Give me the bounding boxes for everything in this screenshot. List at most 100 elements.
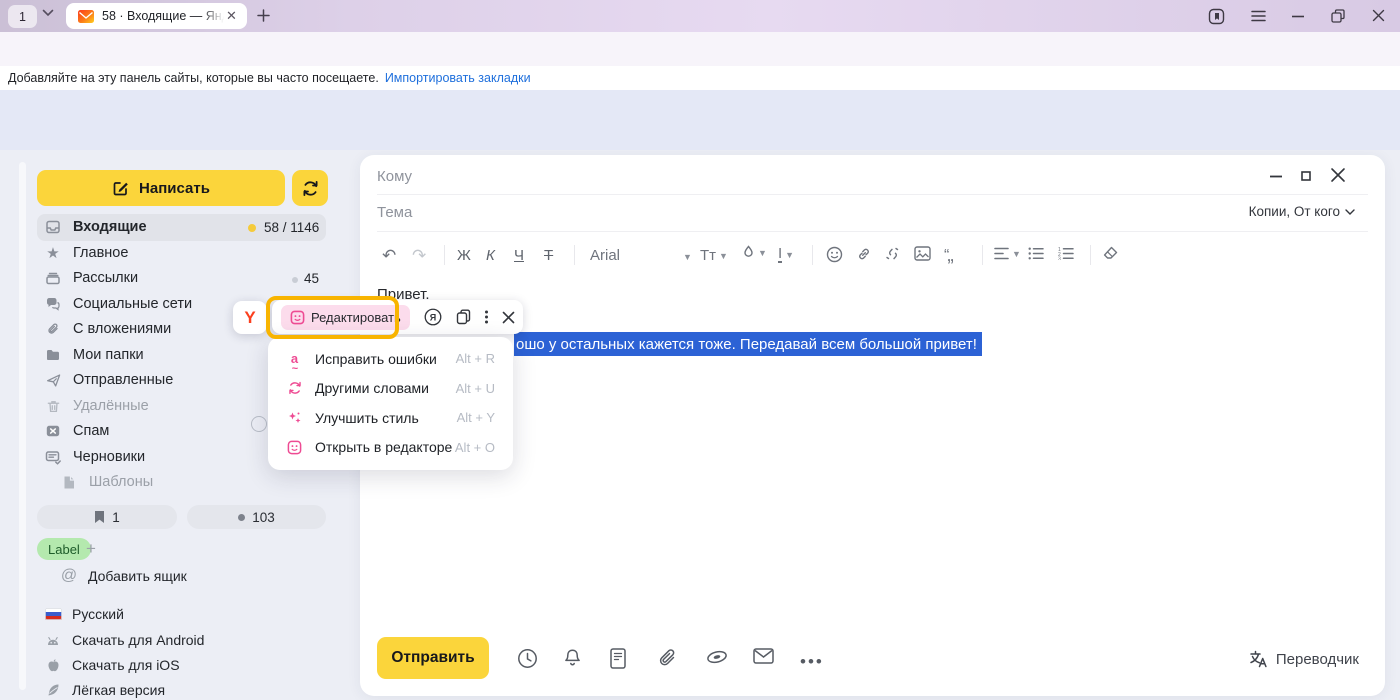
sidebar-scrollbar[interactable] bbox=[19, 162, 26, 690]
link-icon[interactable] bbox=[856, 246, 872, 262]
browser-menu-icon[interactable] bbox=[1251, 10, 1266, 22]
eraser-icon[interactable] bbox=[1102, 246, 1118, 261]
sidebar-item-inbox[interactable]: Входящие bbox=[44, 214, 147, 240]
sidebar-panel-icon[interactable] bbox=[1208, 8, 1225, 25]
compose-window: Кому Тема Копии, От кого ↶ ↷ Ж К Ч Т Ari… bbox=[360, 155, 1385, 696]
bookmark-pill-count: 1 bbox=[112, 510, 120, 525]
refresh-mail-button[interactable] bbox=[292, 170, 328, 206]
font-family-select[interactable]: Arial bbox=[590, 247, 620, 264]
bullet-list-icon[interactable] bbox=[1028, 247, 1044, 260]
numbered-list-icon[interactable]: 123 bbox=[1058, 247, 1074, 260]
tabs-dropdown-icon[interactable] bbox=[42, 9, 54, 17]
ai-edit-menu: a~ Исправить ошибки Alt + R Другими слов… bbox=[268, 337, 513, 470]
bookmark-filter-pill[interactable]: 1 bbox=[37, 505, 177, 529]
unread-filter-pill[interactable]: 103 bbox=[187, 505, 326, 529]
redo-icon[interactable]: ↷ bbox=[412, 246, 426, 266]
sidebar-item-trash[interactable]: Удалённые bbox=[44, 393, 149, 419]
sidebar-item-templates[interactable]: Шаблоны bbox=[60, 469, 153, 495]
browser-tab[interactable]: 58 · Входящие — Яндек ✕ bbox=[66, 3, 247, 29]
sidebar-item-my-folders[interactable]: Мои папки bbox=[44, 342, 144, 368]
sidebar-item-attachments[interactable]: С вложениями bbox=[44, 316, 171, 342]
folder-label: Рассылки bbox=[73, 270, 138, 286]
text-color-icon[interactable]: I▼ bbox=[778, 246, 794, 263]
mail-main-area: Написать Входящие 58 / 1146 ★ Главное Ра… bbox=[0, 150, 1400, 700]
download-android-link[interactable]: Скачать для Android bbox=[44, 632, 204, 648]
copy-icon[interactable] bbox=[456, 309, 471, 325]
language-switcher[interactable]: Русский bbox=[44, 606, 124, 622]
more-vertical-icon[interactable] bbox=[485, 310, 488, 324]
font-size-value: Tт bbox=[700, 247, 716, 264]
undo-icon[interactable]: ↶ bbox=[382, 246, 396, 266]
rephrase-icon bbox=[286, 381, 303, 395]
light-version-link[interactable]: Лёгкая версия bbox=[44, 682, 165, 698]
menu-item-fix-errors[interactable]: a~ Исправить ошибки Alt + R bbox=[268, 344, 513, 374]
sidebar-item-drafts[interactable]: Черновики bbox=[44, 444, 145, 470]
attach-from-disk-icon[interactable] bbox=[706, 648, 728, 666]
new-tab-button[interactable] bbox=[256, 8, 271, 23]
send-button[interactable]: Отправить bbox=[377, 637, 489, 679]
ai-edit-toolbar: Редактировать Я bbox=[272, 300, 523, 334]
sidebar-item-sent[interactable]: Отправленные bbox=[44, 367, 173, 393]
more-options-icon[interactable]: ••• bbox=[800, 652, 824, 672]
tab-close-icon[interactable]: ✕ bbox=[226, 8, 237, 24]
compose-expand-icon[interactable] bbox=[1301, 171, 1311, 181]
yandex360-header: Я 360 Почта Диск Документы 17 Календарь … bbox=[0, 90, 1400, 150]
menu-label: Улучшить стиль bbox=[315, 410, 419, 426]
unlink-icon[interactable] bbox=[885, 246, 901, 262]
to-field[interactable]: Кому bbox=[377, 168, 412, 185]
subject-field[interactable]: Тема bbox=[377, 204, 412, 221]
attach-from-mail-icon[interactable] bbox=[753, 648, 774, 664]
close-toolbar-icon[interactable] bbox=[502, 311, 515, 324]
label-tag[interactable]: Label bbox=[37, 538, 91, 560]
compose-button[interactable]: Написать bbox=[37, 170, 285, 206]
strikethrough-icon[interactable]: Т bbox=[544, 247, 553, 264]
tab-title: 58 · Входящие — Яндек bbox=[102, 9, 224, 23]
attach-file-icon[interactable] bbox=[658, 648, 678, 669]
sidebar-item-important[interactable]: ★ Главное bbox=[44, 240, 128, 266]
menu-label: Открыть в редакторе bbox=[315, 439, 452, 455]
add-label-icon[interactable]: + bbox=[86, 539, 96, 559]
fill-color-icon[interactable]: ▼ bbox=[742, 245, 767, 261]
insert-image-icon[interactable] bbox=[914, 246, 931, 261]
menu-shortcut: Alt + O bbox=[455, 440, 495, 455]
editor-face-icon bbox=[290, 310, 305, 325]
inbox-count: 58 / 1146 bbox=[264, 220, 319, 235]
menu-item-rephrase[interactable]: Другими словами Alt + U bbox=[268, 374, 513, 404]
sparkles-icon bbox=[286, 410, 303, 425]
tab-counter-button[interactable]: 1 bbox=[8, 5, 37, 28]
sidebar-item-newsletters[interactable]: Рассылки bbox=[44, 265, 138, 291]
folder-label: С вложениями bbox=[73, 321, 171, 337]
cc-from-toggle[interactable]: Копии, От кого bbox=[1249, 204, 1355, 219]
add-mailbox-link[interactable]: @ Добавить ящик bbox=[60, 567, 187, 585]
menu-item-open-editor[interactable]: Открыть в редакторе Alt + O bbox=[268, 433, 513, 463]
menu-item-improve-style[interactable]: Улучшить стиль Alt + Y bbox=[268, 403, 513, 433]
selected-text[interactable]: ошо у остальных кажется тоже. Передавай … bbox=[514, 332, 982, 356]
window-close-icon[interactable] bbox=[1372, 9, 1385, 22]
font-size-select[interactable]: Tт▼ bbox=[700, 247, 728, 264]
quote-icon[interactable]: “„ bbox=[944, 245, 952, 267]
ai-edit-button[interactable]: Редактировать bbox=[281, 305, 410, 330]
align-icon[interactable]: ▼ bbox=[994, 247, 1021, 260]
notes-icon[interactable] bbox=[610, 648, 626, 669]
window-minimize-icon[interactable] bbox=[1292, 15, 1304, 18]
underline-icon[interactable]: Ч bbox=[514, 247, 524, 264]
yandex-search-icon[interactable]: Я bbox=[424, 308, 442, 326]
translator-label: Переводчик bbox=[1276, 651, 1359, 668]
italic-icon[interactable]: К bbox=[486, 247, 495, 264]
schedule-send-icon[interactable] bbox=[517, 648, 538, 669]
compose-close-icon[interactable] bbox=[1330, 167, 1346, 183]
compose-minimize-icon[interactable] bbox=[1270, 175, 1282, 178]
sidebar-item-social[interactable]: Социальные сети bbox=[44, 291, 192, 317]
sidebar-item-spam[interactable]: Спам bbox=[44, 418, 109, 444]
bold-icon[interactable]: Ж bbox=[457, 247, 471, 264]
translator-button[interactable]: Переводчик bbox=[1248, 649, 1359, 669]
window-restore-icon[interactable] bbox=[1331, 9, 1345, 23]
yandex-quick-button[interactable]: Y bbox=[233, 301, 267, 334]
emoji-icon[interactable] bbox=[826, 246, 843, 263]
import-bookmarks-link[interactable]: Импортировать закладки bbox=[385, 71, 531, 85]
download-ios-link[interactable]: Скачать для iOS bbox=[44, 657, 180, 673]
reminder-bell-icon[interactable] bbox=[563, 648, 582, 669]
count-dot bbox=[292, 277, 298, 283]
menu-label: Другими словами bbox=[315, 380, 429, 396]
chevron-down-icon[interactable]: ▼ bbox=[683, 252, 692, 262]
